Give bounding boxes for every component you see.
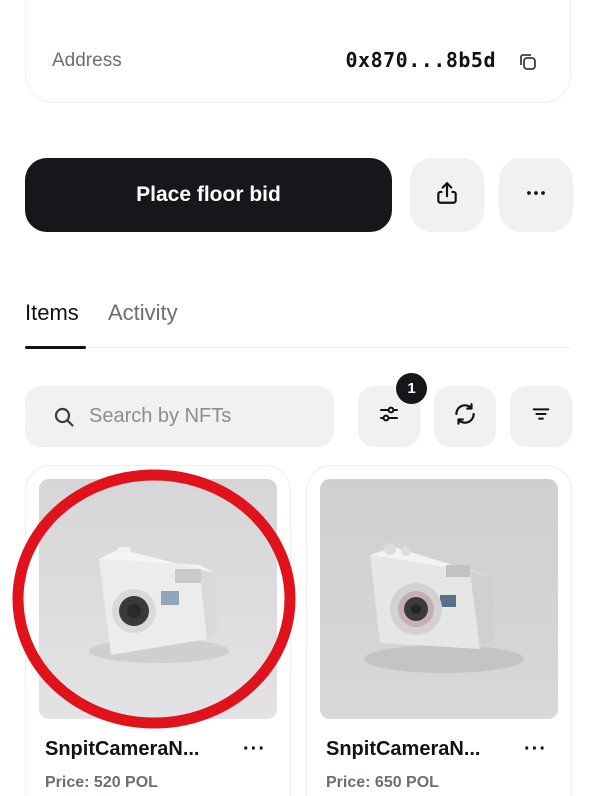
nft-price: Price: 650 POL (326, 774, 439, 791)
more-icon (523, 180, 549, 211)
nft-card[interactable]: SnpitCameraN... ··· Price: 650 POL (306, 465, 572, 796)
tab-bar: Items Activity (25, 296, 571, 349)
address-label: Address (52, 50, 122, 71)
place-floor-bid-button[interactable]: Place floor bid (25, 158, 392, 232)
active-tab-indicator (25, 346, 86, 349)
refresh-button[interactable] (434, 386, 496, 447)
nft-image-camera-silver[interactable] (320, 479, 558, 719)
address-value[interactable]: 0x870...8b5d (346, 48, 497, 72)
more-options-button[interactable] (499, 158, 573, 232)
nft-card[interactable]: SnpitCameraN... ··· Price: 520 POL (25, 465, 291, 796)
sort-icon (530, 403, 552, 430)
address-card: Address 0x870...8b5d (25, 0, 571, 103)
sort-button[interactable] (510, 386, 572, 447)
nft-image-camera-white[interactable] (39, 479, 277, 719)
refresh-icon (452, 401, 478, 432)
nft-more-icon[interactable]: ··· (524, 738, 547, 761)
search-input[interactable] (89, 386, 319, 447)
search-bar[interactable] (25, 386, 334, 447)
tab-activity[interactable]: Activity (108, 300, 178, 326)
nft-name[interactable]: SnpitCameraN... (45, 738, 220, 761)
nft-price: Price: 520 POL (45, 774, 158, 791)
nft-name[interactable]: SnpitCameraN... (326, 738, 501, 761)
filter-count-badge: 1 (396, 373, 427, 404)
share-icon (434, 180, 460, 211)
sliders-icon (377, 402, 401, 431)
copy-icon[interactable] (516, 50, 540, 74)
tab-items[interactable]: Items (25, 300, 79, 326)
share-button[interactable] (410, 158, 484, 232)
search-icon (52, 405, 76, 429)
nft-more-icon[interactable]: ··· (243, 738, 266, 761)
